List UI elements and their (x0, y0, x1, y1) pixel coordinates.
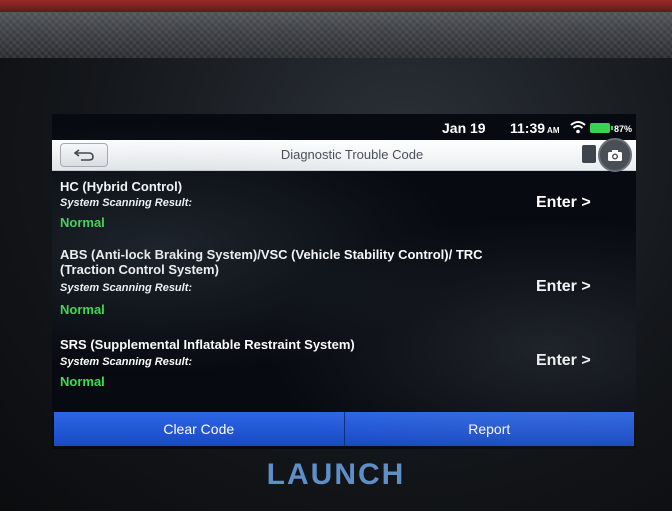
camera-icon (608, 149, 622, 161)
bookmark-icon[interactable] (582, 145, 596, 163)
enter-button[interactable]: Enter > (536, 278, 591, 296)
system-list: HC (Hybrid Control) System Scanning Resu… (52, 171, 636, 415)
battery-percent: 87% (614, 124, 633, 134)
battery-icon (590, 123, 613, 133)
screenshot-button[interactable] (598, 138, 632, 172)
system-scan-label: System Scanning Result: (60, 197, 193, 209)
system-status: Normal (60, 302, 105, 317)
status-time-value: 11:39 (510, 120, 546, 136)
back-button[interactable] (60, 143, 108, 167)
enter-button[interactable]: Enter > (536, 352, 591, 370)
enter-button[interactable]: Enter > (536, 194, 591, 212)
status-ampm: AM (547, 126, 560, 135)
device-frame: Jan 19 11:39 AM 87% Diagnostic Trouble Co… (0, 0, 672, 511)
back-arrow-icon (73, 149, 94, 161)
system-name: ABS (Anti-lock Braking System)/VSC (Vehi… (60, 247, 483, 277)
system-name: HC (Hybrid Control) (60, 179, 183, 194)
list-item[interactable]: HC (Hybrid Control) System Scanning Resu… (52, 171, 636, 241)
status-date: Jan 19 (442, 120, 486, 136)
bottom-action-bar: Clear Code Report (54, 412, 634, 446)
system-scan-label: System Scanning Result: (60, 282, 193, 294)
status-time: 11:39 AM (510, 120, 560, 136)
device-top-housing (0, 0, 672, 60)
system-name: SRS (Supplemental Inflatable Restraint S… (60, 337, 355, 352)
title-bar: Diagnostic Trouble Code (52, 138, 636, 172)
report-button[interactable]: Report (343, 412, 634, 446)
system-status: Normal (60, 374, 105, 389)
list-item[interactable]: ABS (Anti-lock Braking System)/VSC (Vehi… (52, 247, 636, 339)
wifi-icon (570, 121, 586, 134)
screen: Jan 19 11:39 AM 87% Diagnostic Trouble Co… (52, 114, 636, 449)
system-status: Normal (60, 215, 105, 230)
system-scan-label: System Scanning Result: (60, 356, 193, 368)
list-item[interactable]: SRS (Supplemental Inflatable Restraint S… (52, 337, 636, 415)
page-title: Diagnostic Trouble Code (280, 147, 424, 162)
status-bar: Jan 19 11:39 AM 87% (52, 114, 636, 140)
brand-logo: LAUNCH (266, 458, 406, 491)
clear-code-button[interactable]: Clear Code (54, 412, 344, 446)
device-top-red-strip (0, 0, 672, 12)
